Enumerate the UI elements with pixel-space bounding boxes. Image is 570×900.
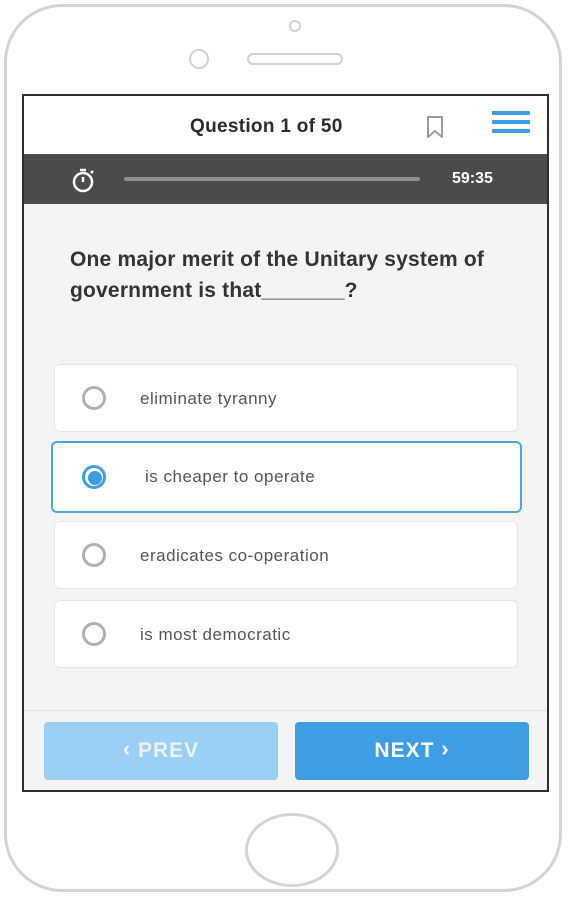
question-text: One major merit of the Unitary system of… bbox=[70, 248, 485, 302]
app-screen: Question 1 of 50 59:35 One major merit o… bbox=[22, 94, 549, 792]
phone-camera bbox=[189, 49, 209, 69]
radio-button[interactable] bbox=[82, 543, 118, 569]
answer-label: eliminate tyranny bbox=[140, 389, 278, 408]
stopwatch-icon bbox=[69, 166, 97, 194]
hamburger-menu-icon[interactable] bbox=[492, 111, 530, 135]
phone-home-button[interactable] bbox=[245, 813, 339, 887]
next-label: NEXT bbox=[374, 739, 435, 762]
answer-option-4[interactable]: is most democratic bbox=[54, 600, 518, 668]
navigation-footer: ‹ PREV NEXT › bbox=[24, 710, 547, 790]
radio-button[interactable] bbox=[82, 622, 118, 648]
question-counter: Question 1 of 50 bbox=[190, 116, 343, 137]
time-progress-bar bbox=[124, 177, 420, 181]
answer-option-3[interactable]: eradicates co-operation bbox=[54, 521, 518, 589]
prev-label: PREV bbox=[137, 739, 200, 762]
answer-label: is cheaper to operate bbox=[145, 467, 316, 486]
phone-speaker bbox=[247, 53, 343, 65]
answer-option-1[interactable]: eliminate tyranny bbox=[54, 364, 518, 432]
time-remaining: 59:35 bbox=[452, 170, 493, 187]
chevron-right-icon: › bbox=[441, 736, 450, 761]
quiz-header: Question 1 of 50 bbox=[24, 96, 547, 154]
next-button[interactable]: NEXT › bbox=[295, 722, 529, 780]
answer-label: eradicates co-operation bbox=[140, 546, 330, 565]
radio-button-selected[interactable] bbox=[82, 465, 118, 491]
timer-bar: 59:35 bbox=[24, 154, 547, 204]
bookmark-icon[interactable] bbox=[424, 115, 446, 139]
chevron-left-icon: ‹ bbox=[122, 736, 132, 761]
answer-label: is most democratic bbox=[140, 625, 291, 644]
answer-option-2[interactable]: is cheaper to operate bbox=[51, 441, 522, 513]
prev-button[interactable]: ‹ PREV bbox=[44, 722, 278, 780]
phone-sensor bbox=[289, 20, 301, 32]
radio-button[interactable] bbox=[82, 386, 118, 412]
